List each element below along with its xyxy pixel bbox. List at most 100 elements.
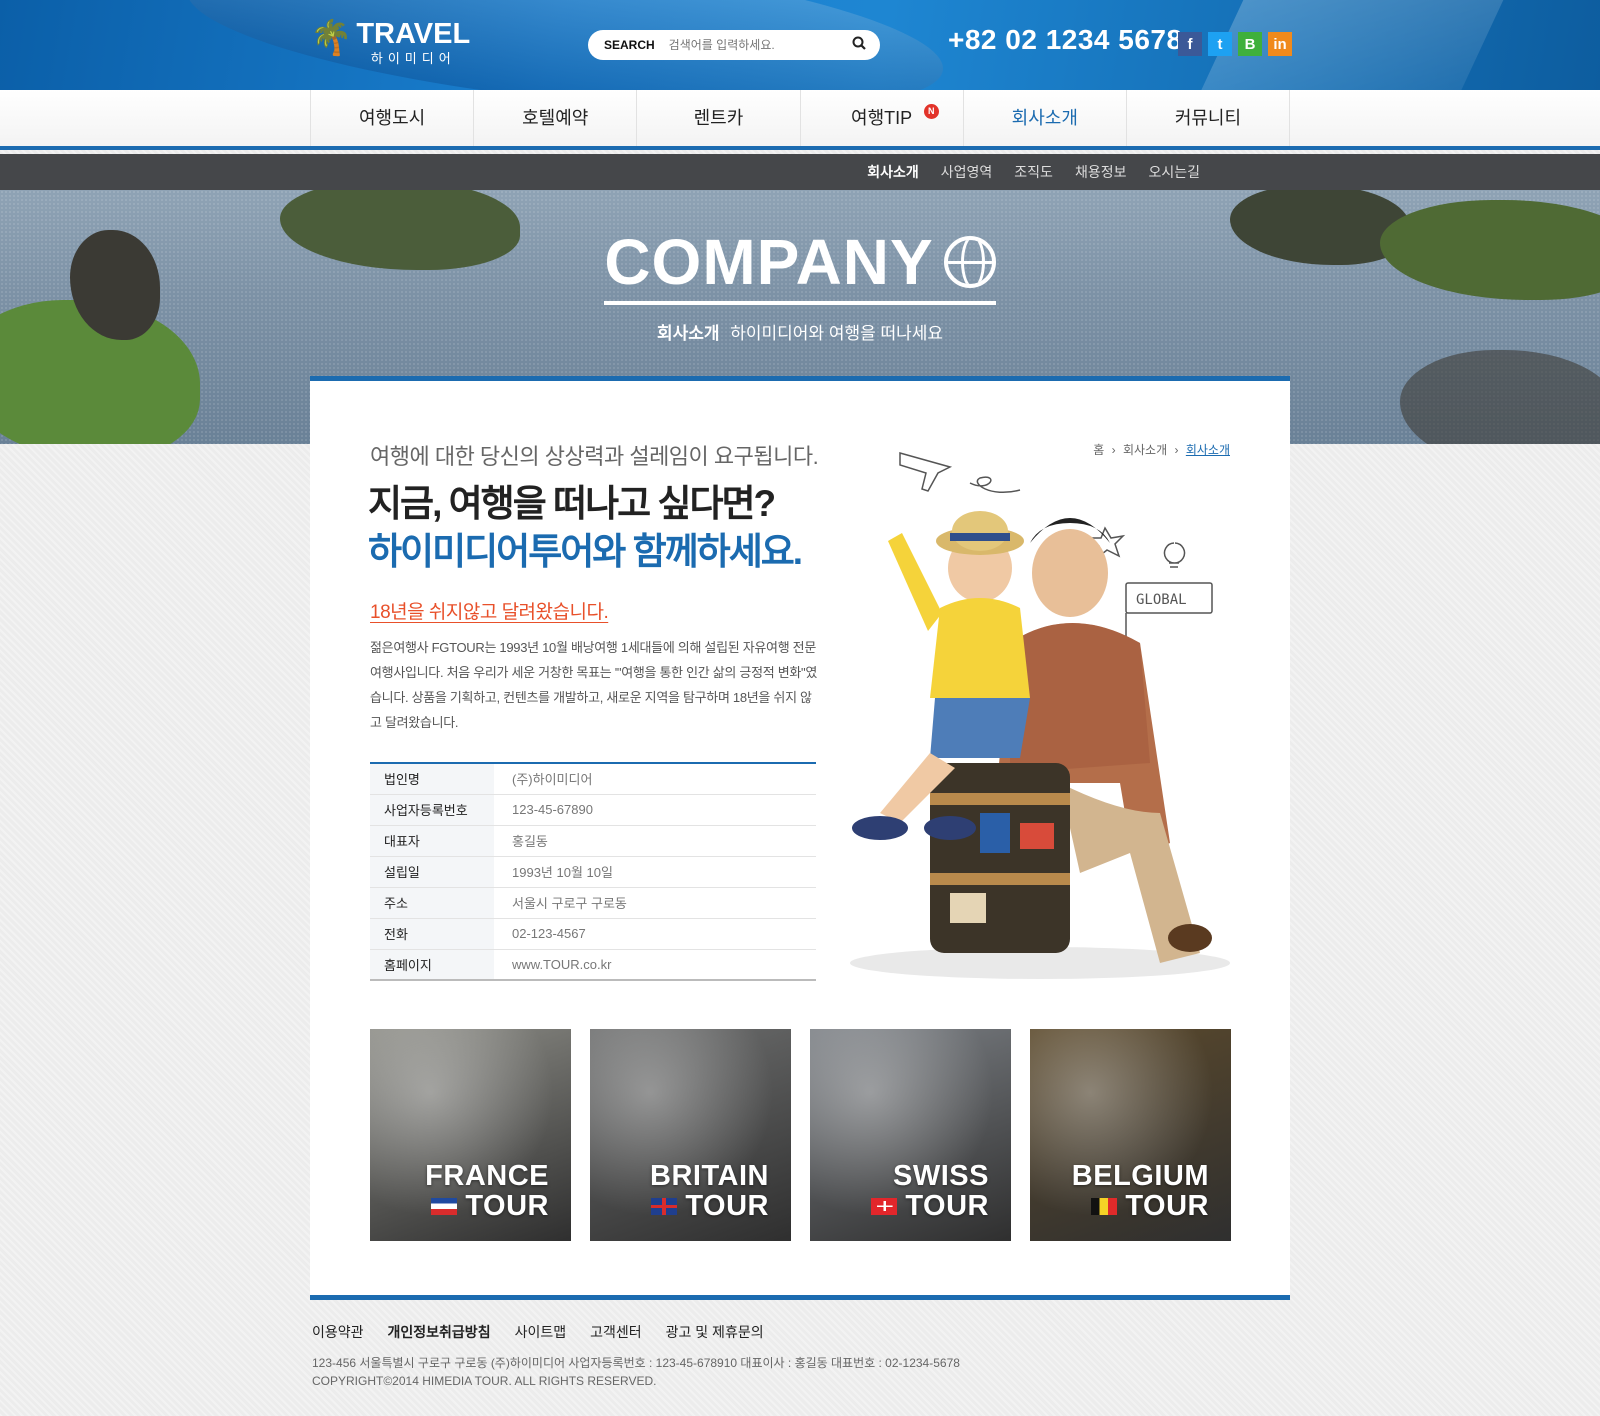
info-value: 서울시 구로구 구로동 xyxy=(494,887,816,919)
footer-address: 123-456 서울특별시 구로구 구로동 (주)하이미디어 사업자등록번호 :… xyxy=(312,1356,960,1370)
logo-subtext: 하이미디어 xyxy=(370,51,456,66)
info-key: 대표자 xyxy=(370,825,494,857)
hero-title: COMPANY xyxy=(604,225,996,305)
nav-item-label: 렌트카 xyxy=(693,108,744,128)
tour-card[interactable]: FRANCE TOUR xyxy=(370,1029,571,1241)
intro-headline-accent: 하이미디어투어와 함께하세요. xyxy=(368,531,803,572)
belgium-flag-icon xyxy=(1091,1198,1118,1215)
nav-item-label: 회사소개 xyxy=(1011,108,1078,128)
sub-navigation: 회사소개 사업영역 조직도 채용정보 오시는길 xyxy=(0,154,1600,190)
footer-link[interactable]: 사이트맵 xyxy=(515,1322,567,1342)
hero-subtitle-text: 하이미디어와 여행을 떠나세요 xyxy=(730,324,944,343)
tour-label-row: TOUR xyxy=(651,1190,769,1223)
header: 🌴 TRAVEL 하이미디어 SEARCH +82 02 1234 5678 f… xyxy=(0,0,1600,90)
info-value: www.TOUR.co.kr xyxy=(494,949,816,981)
intro-highlight: 18년을 쉬지않고 달려왔습니다. xyxy=(370,602,609,623)
search-input[interactable] xyxy=(668,38,852,52)
footer-link[interactable]: 광고 및 제휴문의 xyxy=(666,1322,764,1342)
nav-item-label: 커뮤니티 xyxy=(1174,108,1242,128)
tour-label: TOUR xyxy=(1125,1190,1209,1222)
facebook-icon[interactable]: f xyxy=(1178,32,1202,56)
info-key: 법인명 xyxy=(370,763,494,795)
tour-card[interactable]: BELGIUM TOUR xyxy=(1030,1029,1231,1241)
info-value: 1993년 10월 10일 xyxy=(494,856,816,888)
travel-family-illustration: GLOBAL xyxy=(830,433,1230,993)
nav-item-label: 호텔예약 xyxy=(522,108,589,128)
main-navigation: 여행도시 호텔예약 렌트카 여행TIP N 회사소개 커뮤니티 xyxy=(0,90,1600,150)
footer-copyright: COPYRIGHT©2014 HIMEDIA TOUR. ALL RIGHTS … xyxy=(312,1374,657,1388)
intro-description: 젊은여행사 FGTOUR는 1993년 10월 배낭여행 1세대들에 의해 설립… xyxy=(370,640,817,730)
footer-link[interactable]: 고객센터 xyxy=(590,1322,642,1342)
tour-country: FRANCE xyxy=(425,1160,549,1192)
info-key: 홈페이지 xyxy=(370,949,494,981)
sns-links: f t Bin xyxy=(1178,32,1292,56)
uk-flag-icon xyxy=(651,1198,678,1215)
subnav-item[interactable]: 사업영역 xyxy=(941,162,993,182)
tour-label-row: TOUR xyxy=(871,1190,989,1223)
logo-text: TRAVEL xyxy=(356,18,471,50)
france-flag-icon xyxy=(431,1198,458,1215)
hero-subtitle-bold: 회사소개 xyxy=(656,324,720,343)
nav-item[interactable]: 여행도시 xyxy=(310,90,473,146)
info-key: 전화 xyxy=(370,918,494,950)
nav-item[interactable]: 회사소개 xyxy=(962,90,1126,146)
blog-icon[interactable]: B xyxy=(1238,32,1262,56)
hero-subtitle: 회사소개 하이미디어와 여행을 떠나세요 xyxy=(0,319,1600,344)
nav-item[interactable]: 여행TIP N xyxy=(799,90,963,146)
nav-item[interactable]: 커뮤니티 xyxy=(1125,90,1291,146)
tour-label: TOUR xyxy=(465,1190,549,1222)
tour-card[interactable]: SWISS TOUR xyxy=(810,1029,1011,1241)
tour-country: BRITAIN xyxy=(650,1160,769,1192)
table-row: 법인명 (주)하이미디어 xyxy=(370,763,816,795)
phone-number: +82 02 1234 5678 xyxy=(948,24,1183,55)
tour-country: BELGIUM xyxy=(1071,1160,1209,1192)
new-badge: N xyxy=(923,104,939,119)
search-icon[interactable] xyxy=(852,36,866,54)
nav-item[interactable]: 호텔예약 xyxy=(473,90,636,146)
table-row: 홈페이지 www.TOUR.co.kr xyxy=(370,949,816,981)
subnav-item[interactable]: 조직도 xyxy=(1014,162,1053,182)
logo[interactable]: 🌴 TRAVEL 하이미디어 xyxy=(310,18,470,67)
nav-item-label: 여행TIP xyxy=(851,108,913,128)
subnav-item[interactable]: 오시는길 xyxy=(1148,162,1200,182)
info-value: 홍길동 xyxy=(494,825,816,857)
table-row: 대표자 홍길동 xyxy=(370,825,816,857)
company-info-table: 법인명 (주)하이미디어 사업자등록번호 123-45-67890 대표자 홍길동 설립일 1… xyxy=(370,762,816,981)
search-label: SEARCH xyxy=(604,38,655,52)
table-row: 주소 서울시 구로구 구로동 xyxy=(370,887,816,919)
subnav-item[interactable]: 채용정보 xyxy=(1075,162,1127,182)
nav-item-label: 여행도시 xyxy=(358,108,426,128)
footer-link[interactable]: 개인정보취급방침 xyxy=(388,1322,491,1342)
hero-title-text: COMPANY xyxy=(604,226,934,298)
intro-lead: 여행에 대한 당신의 상상력과 설레임이 요구됩니다. xyxy=(370,444,819,469)
info-value: 123-45-67890 xyxy=(494,794,816,826)
palm-tree-icon: 🌴 xyxy=(310,19,353,57)
table-row: 사업자등록번호 123-45-67890 xyxy=(370,794,816,826)
table-row: 설립일 1993년 10월 10일 xyxy=(370,856,816,888)
intro-headline: 지금, 여행을 떠나고 싶다면? xyxy=(368,483,776,524)
nav-item[interactable]: 렌트카 xyxy=(636,90,799,146)
tour-label-row: TOUR xyxy=(431,1190,549,1223)
info-value: 02-123-4567 xyxy=(494,918,816,950)
subnav-item[interactable]: 회사소개 xyxy=(867,162,919,182)
search-bar: SEARCH xyxy=(588,30,880,60)
info-value: (주)하이미디어 xyxy=(494,763,816,795)
table-row: 전화 02-123-4567 xyxy=(370,918,816,950)
rock-graphic xyxy=(1400,350,1600,444)
tour-list: FRANCE TOUR BRITAIN TOUR SWISS TOUR BELGIUM TOU… xyxy=(370,1029,1231,1241)
info-key: 설립일 xyxy=(370,856,494,888)
tour-label: TOUR xyxy=(685,1190,769,1222)
info-key: 주소 xyxy=(370,887,494,919)
main-content: 홈 › 회사소개 › 회사소개 여행에 대한 당신의 상상력과 설레임이 요구됩… xyxy=(310,376,1290,1300)
swiss-flag-icon xyxy=(871,1198,898,1215)
footer: 이용약관 개인정보취급방침 사이트맵 고객센터 광고 및 제휴문의 123-456 서울… xyxy=(312,1322,960,1390)
linkedin-icon[interactable]: in xyxy=(1268,32,1292,56)
info-key: 사업자등록번호 xyxy=(370,794,494,826)
twitter-icon[interactable]: t xyxy=(1208,32,1232,56)
tour-label: TOUR xyxy=(905,1190,989,1222)
tour-label-row: TOUR xyxy=(1091,1190,1209,1223)
tour-card[interactable]: BRITAIN TOUR xyxy=(590,1029,791,1241)
footer-link[interactable]: 이용약관 xyxy=(312,1322,364,1342)
global-sign-text: GLOBAL xyxy=(1136,592,1187,608)
globe-icon xyxy=(943,236,996,288)
